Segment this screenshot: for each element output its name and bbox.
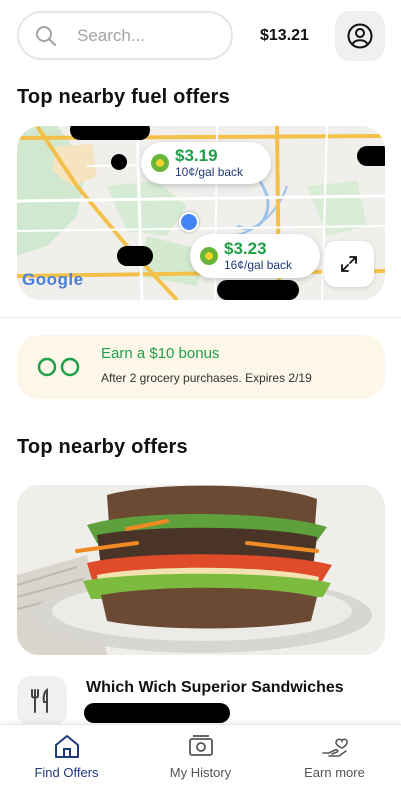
merchant-category-icon-box bbox=[17, 676, 67, 726]
tab-label: Earn more bbox=[304, 765, 365, 780]
tab-my-history[interactable]: My History bbox=[134, 725, 267, 791]
bonus-card[interactable]: Earn a $10 bonus After 2 grocery purchas… bbox=[17, 335, 385, 399]
fuel-price: $3.23 bbox=[224, 238, 267, 258]
profile-button[interactable] bbox=[335, 11, 385, 61]
bottom-tab-bar: Find Offers My History Earn more bbox=[0, 724, 401, 791]
tab-find-offers[interactable]: Find Offers bbox=[0, 725, 133, 791]
nearby-offers-heading: Top nearby offers bbox=[17, 436, 188, 458]
user-icon bbox=[347, 23, 373, 49]
tab-label: My History bbox=[169, 765, 232, 780]
search-icon bbox=[36, 25, 56, 46]
bp-logo-icon bbox=[151, 154, 169, 172]
bonus-subtitle: After 2 grocery purchases. Expires 2/19 bbox=[101, 371, 312, 385]
section-divider bbox=[0, 317, 401, 318]
redaction-bar bbox=[357, 146, 385, 166]
merchant-name[interactable]: Which Wich Superior Sandwiches bbox=[86, 679, 344, 697]
fuel-cashback: 16¢/gal back bbox=[224, 257, 293, 272]
google-attribution-text: Google bbox=[22, 270, 84, 289]
redaction-bar bbox=[70, 126, 150, 140]
balance-amount[interactable]: $13.21 bbox=[260, 27, 309, 45]
current-location-dot bbox=[179, 212, 199, 232]
top-bar: $13.21 bbox=[0, 0, 401, 72]
fuel-map[interactable]: $3.19 10¢/gal back $3.23 16¢/gal back Go… bbox=[17, 126, 385, 300]
sandwich-image bbox=[17, 485, 385, 655]
progress-rings-icon bbox=[37, 357, 80, 377]
hand-heart-icon bbox=[321, 738, 348, 757]
redaction-bar bbox=[111, 154, 127, 170]
fuel-cashback: 10¢/gal back bbox=[175, 164, 244, 179]
expand-map-button[interactable] bbox=[324, 241, 374, 287]
bp-logo-icon bbox=[200, 247, 218, 265]
bonus-title: Earn a $10 bonus bbox=[101, 345, 220, 362]
fuel-price: $3.19 bbox=[175, 145, 218, 165]
fuel-offers-heading: Top nearby fuel offers bbox=[17, 86, 230, 108]
fork-knife-icon bbox=[31, 688, 48, 713]
redaction-bar bbox=[117, 246, 153, 266]
redaction-bar bbox=[84, 703, 230, 723]
tab-earn-more[interactable]: Earn more bbox=[268, 725, 401, 791]
receipt-icon bbox=[188, 735, 213, 756]
tab-label: Find Offers bbox=[34, 765, 99, 780]
home-icon bbox=[54, 735, 79, 758]
expand-icon bbox=[341, 256, 357, 272]
search-bar[interactable] bbox=[17, 11, 233, 60]
offer-image[interactable] bbox=[17, 485, 385, 655]
redaction-bar bbox=[217, 280, 299, 300]
google-attribution: Google bbox=[22, 270, 84, 290]
fuel-offer-pin[interactable]: $3.19 10¢/gal back bbox=[141, 142, 271, 184]
fuel-offer-pin[interactable]: $3.23 16¢/gal back bbox=[190, 234, 320, 278]
search-input[interactable] bbox=[75, 24, 209, 47]
